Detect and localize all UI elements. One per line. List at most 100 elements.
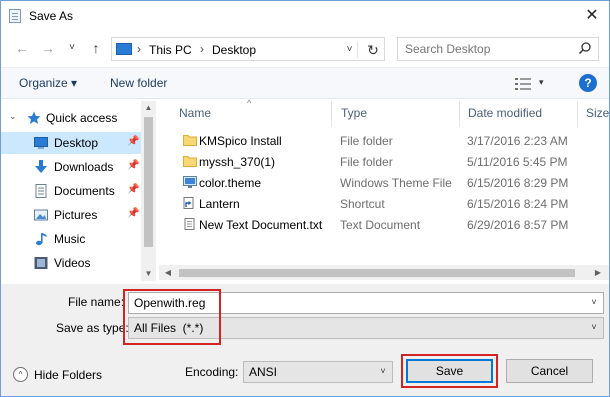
file-type: File folder [340,155,393,169]
save-button[interactable]: Save [406,359,493,383]
column-divider[interactable] [577,101,578,127]
hide-folders-label: Hide Folders [34,368,103,382]
cancel-button[interactable]: Cancel [506,359,593,383]
sidebar-item-downloads[interactable]: Downloads 📌 [1,156,141,178]
window-title: Save As [29,9,74,23]
file-row[interactable]: Lantern Shortcut 6/15/2016 8:24 PM [173,194,609,215]
breadcrumb-separator: › [137,42,141,56]
scrollbar-thumb[interactable] [144,117,153,247]
chevron-down-icon[interactable]: ˅ [376,366,390,376]
highlight-box [123,289,221,345]
breadcrumb-this-pc[interactable]: This PC [149,43,192,57]
this-pc-icon [116,43,132,55]
scroll-right-arrow-icon[interactable]: ▶ [591,265,605,280]
address-dropdown-button[interactable]: ˅ [342,42,358,58]
search-icon[interactable] [578,41,592,55]
sidebar-item-quick-access[interactable]: ⌄ Quick access [1,107,141,129]
sidebar-item-videos[interactable]: Videos [1,252,141,274]
chevron-down-icon[interactable]: ˅ [587,297,601,307]
sidebar-item-pictures[interactable]: Pictures 📌 [1,204,141,226]
encoding-value: ANSI [249,365,278,379]
sidebar-item-desktop[interactable]: Desktop 📌 [1,132,141,154]
command-bar: Organize ▾ New folder ▾ ? [1,67,609,99]
new-folder-button[interactable]: New folder [110,76,167,90]
file-row[interactable]: New Text Document.txt Text Document 6/29… [173,215,609,236]
search-box[interactable] [397,37,599,61]
sidebar-item-label: Documents [54,184,115,198]
pin-icon[interactable]: 📌 [127,184,139,195]
folder-icon [183,135,197,146]
save-as-type-label: Save as type: [56,321,129,335]
file-list-horizontal-scrollbar[interactable]: ◀ ▶ [159,265,609,280]
recent-locations-button[interactable]: ˅ [63,39,81,57]
collapse-up-icon: ^ [13,367,28,382]
change-view-icon[interactable] [515,78,531,90]
breadcrumb-separator: › [200,42,204,56]
column-header-size[interactable]: Size [586,106,609,120]
back-button[interactable]: ← [13,39,31,57]
close-button[interactable]: ✕ [581,5,603,27]
sidebar-item-label: Music [54,232,86,246]
videos-icon [34,257,48,269]
file-date: 3/17/2016 2:23 AM [467,134,568,148]
breadcrumb-desktop[interactable]: Desktop [212,43,256,57]
column-divider[interactable] [331,101,332,127]
save-options-panel: File name: ˅ Save as type: All Files (*.… [1,284,609,396]
sort-ascending-icon: ^ [247,98,252,108]
file-date: 5/11/2016 5:45 PM [467,155,568,169]
scroll-left-arrow-icon[interactable]: ◀ [161,265,175,280]
file-name-label: File name: [68,295,125,309]
sidebar-item-label: Videos [54,256,91,270]
sidebar-item-label: Pictures [54,208,98,222]
file-name: KMSpico Install [199,134,282,148]
forward-button[interactable]: → [39,39,57,57]
encoding-select[interactable]: ANSI ˅ [243,361,393,383]
file-type: Shortcut [340,197,385,211]
file-date: 6/15/2016 8:29 PM [467,176,569,190]
desktop-folder-icon [34,137,48,149]
column-divider[interactable] [459,101,460,127]
organize-button[interactable]: Organize ▾ [19,76,77,90]
sidebar-item-label: Downloads [54,160,114,174]
file-list: ^ Name Type Date modified Size KMSpico I… [159,98,609,281]
help-button[interactable]: ? [579,74,597,92]
file-name: color.theme [199,176,262,190]
refresh-button[interactable]: ↻ [364,41,382,59]
pin-icon[interactable]: 📌 [127,160,139,171]
folder-icon [183,156,197,167]
file-type: Windows Theme File [340,176,452,190]
chevron-down-icon[interactable]: ˅ [587,322,601,332]
file-row[interactable]: KMSpico Install File folder 3/17/2016 2:… [173,131,609,152]
address-bar[interactable]: › This PC › Desktop ˅ ↻ [111,37,385,61]
file-type: Text Document [340,218,421,232]
music-note-icon [36,233,47,246]
theme-file-icon [183,176,197,188]
pictures-icon [34,209,48,221]
navigation-pane: ⌄ Quick access Desktop 📌 Downloads 📌 Doc… [1,101,156,281]
star-icon [27,111,41,124]
sidebar-item-documents[interactable]: Documents 📌 [1,180,141,202]
scroll-up-arrow-icon[interactable]: ▲ [141,101,156,115]
file-row[interactable]: color.theme Windows Theme File 6/15/2016… [173,173,609,194]
scroll-down-arrow-icon[interactable]: ▼ [141,267,156,281]
collapse-chevron-icon[interactable]: ⌄ [9,111,17,122]
view-options-dropdown[interactable]: ▾ [539,77,544,88]
file-date: 6/15/2016 8:24 PM [467,197,569,211]
sidebar-item-music[interactable]: Music [1,228,141,250]
pin-icon[interactable]: 📌 [127,208,139,219]
notepad-icon [9,9,21,23]
column-header-date-modified[interactable]: Date modified [468,106,542,120]
pin-icon[interactable]: 📌 [127,136,139,147]
scrollbar-thumb[interactable] [179,269,575,277]
sidebar-item-label: Quick access [46,111,118,125]
file-name: myssh_370(1) [199,155,276,169]
column-header-type[interactable]: Type [341,106,367,120]
navigation-scrollbar[interactable]: ▲ ▼ [141,101,156,281]
column-header-name[interactable]: Name [179,106,211,120]
file-row[interactable]: myssh_370(1) File folder 5/11/2016 5:45 … [173,152,609,173]
sidebar-item-label: Desktop [54,136,99,150]
search-input[interactable] [398,38,578,60]
download-arrow-icon [35,160,47,173]
up-button[interactable]: ↑ [87,39,105,57]
title-bar: Save As ✕ [1,1,609,31]
